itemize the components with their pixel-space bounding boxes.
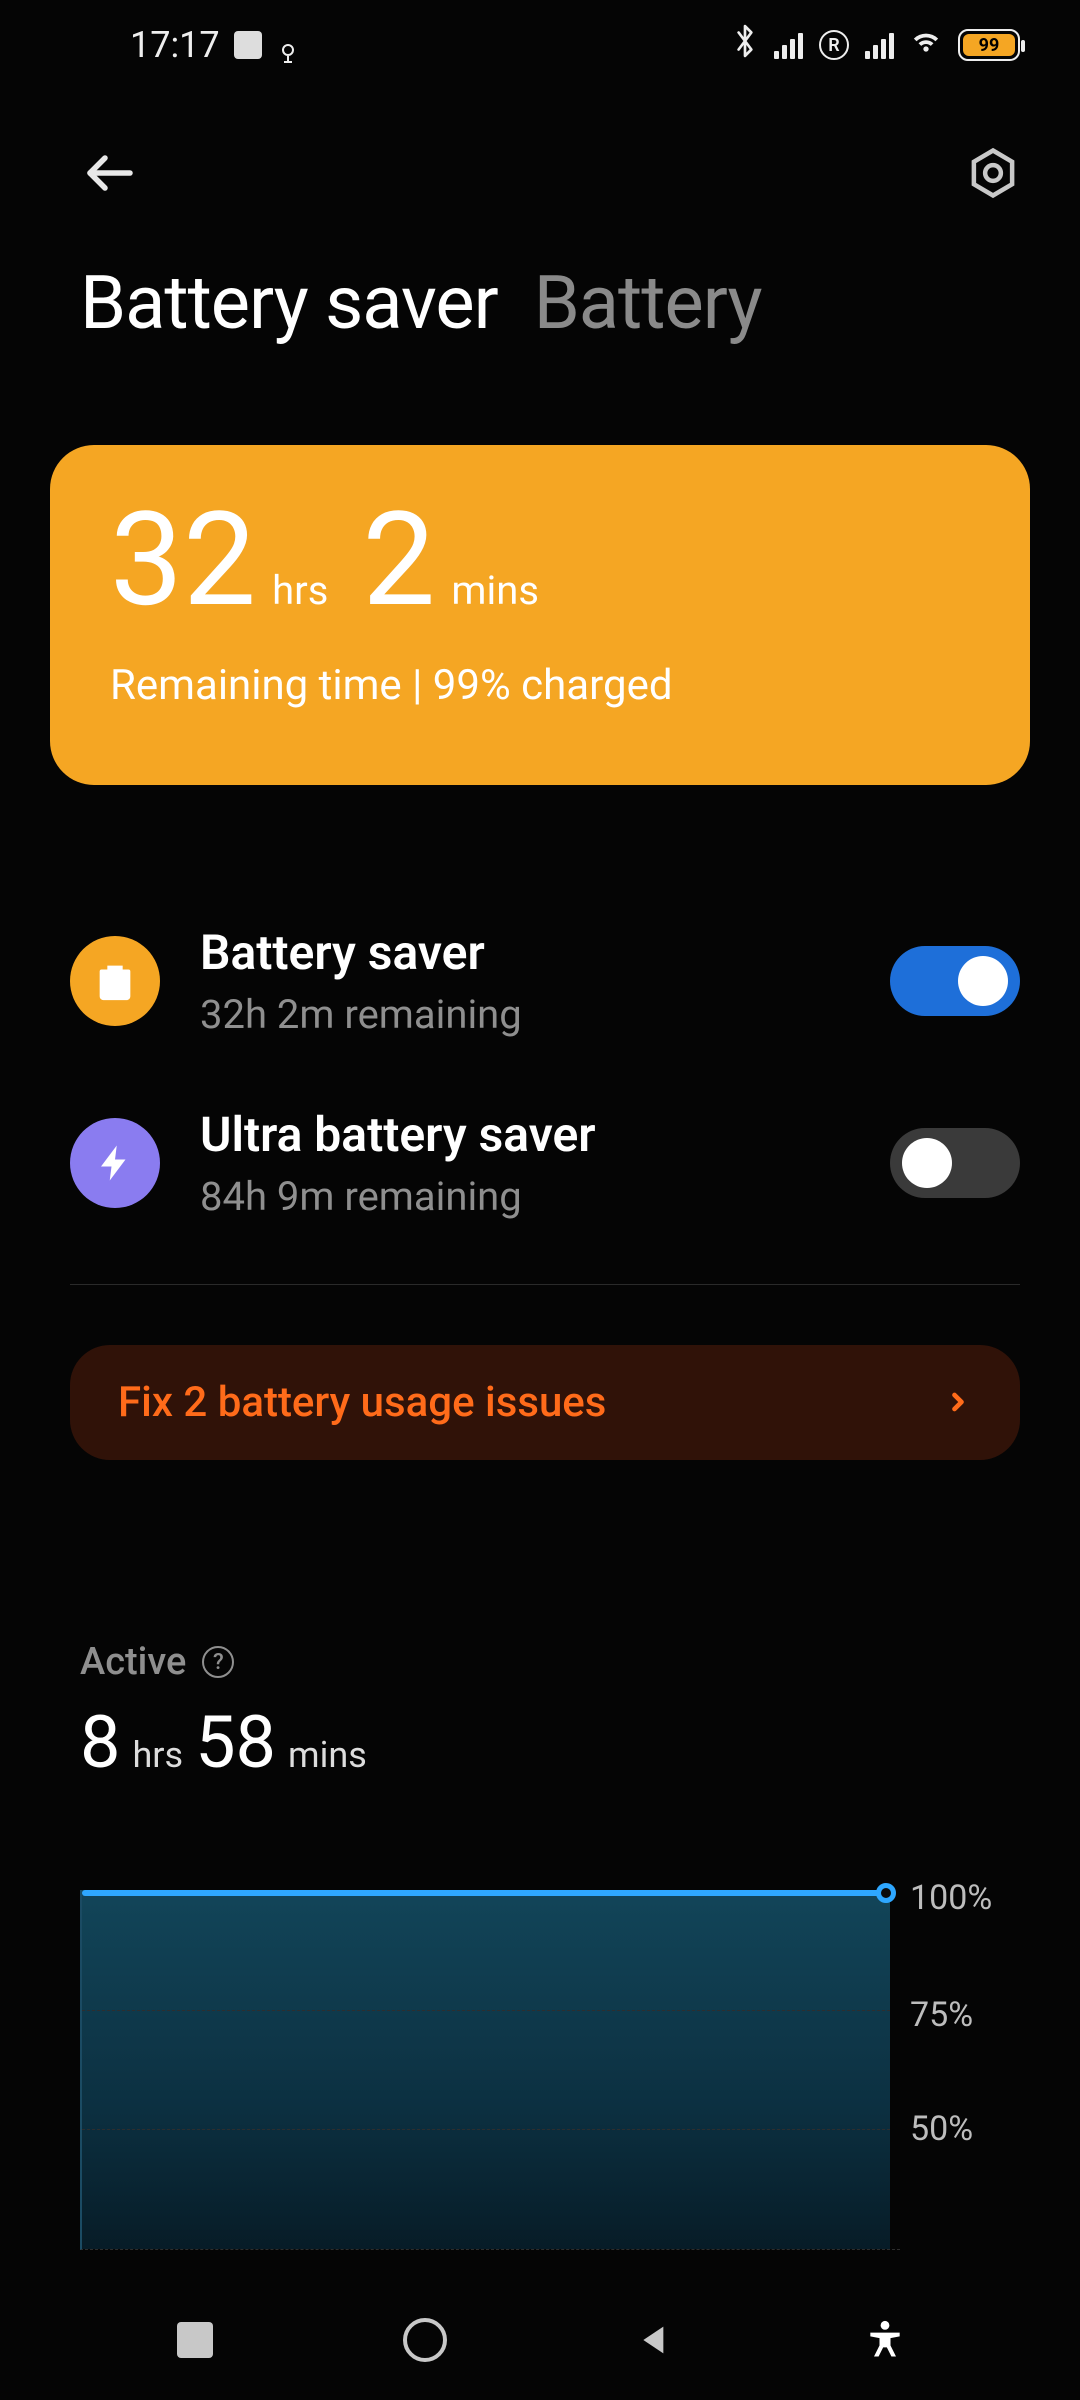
page-tabs: Battery saver Battery <box>80 260 1020 347</box>
system-nav-bar <box>0 2280 1080 2400</box>
active-time-value: 8 hrs 58 mins <box>80 1700 1020 1785</box>
active-label: Active <box>80 1640 186 1684</box>
status-time: 17:17 <box>130 24 220 66</box>
chart-current-point-icon <box>876 1883 896 1903</box>
remaining-hours: 32 <box>110 495 256 625</box>
back-button[interactable] <box>80 143 140 207</box>
tab-battery[interactable]: Battery <box>534 260 762 347</box>
roaming-badge-text: R <box>828 35 839 56</box>
accessibility-button[interactable] <box>857 2312 913 2368</box>
roaming-icon: R <box>819 30 849 60</box>
chart-ytick-75: 75% <box>910 1995 1020 2035</box>
ultra-saver-toggle[interactable] <box>890 1128 1020 1198</box>
chart-gridline-75 <box>82 2010 890 2011</box>
chart-area-fill <box>82 1890 890 2249</box>
fix-issues-label: Fix 2 battery usage issues <box>118 1378 606 1427</box>
header <box>0 120 1080 230</box>
nav-recents-button[interactable] <box>167 2312 223 2368</box>
battery-saver-icon <box>70 936 160 1026</box>
help-icon[interactable]: ? <box>202 1646 234 1678</box>
battery-chart[interactable]: 100% 75% 50% <box>80 1870 1020 2250</box>
battery-saver-toggle[interactable] <box>890 946 1020 1016</box>
battery-saver-title: Battery saver <box>200 924 850 981</box>
bluetooth-icon <box>732 24 758 67</box>
remaining-mins: 2 <box>362 495 435 625</box>
battery-saver-text: Battery saver 32h 2m remaining <box>200 924 850 1038</box>
remaining-time-card[interactable]: 32 hrs 2 mins Remaining time | 99% charg… <box>50 445 1030 785</box>
active-label-row: Active ? <box>80 1640 1020 1684</box>
chevron-right-icon <box>944 1379 972 1426</box>
chart-plot-area <box>80 1890 900 2250</box>
battery-percent-text: 99 <box>979 35 1000 56</box>
divider <box>70 1284 1020 1285</box>
ultra-saver-icon <box>70 1118 160 1208</box>
app-indicator-icon <box>234 31 262 59</box>
status-left: 17:17 <box>130 24 300 66</box>
fix-issues-button[interactable]: Fix 2 battery usage issues <box>70 1345 1020 1460</box>
chart-series-line <box>82 1890 890 1896</box>
chart-gridline-50 <box>82 2129 890 2130</box>
remaining-time-value: 32 hrs 2 mins <box>110 495 970 625</box>
signal-1-icon <box>774 31 803 59</box>
status-right: R 99 <box>732 24 1020 67</box>
voice-icon <box>276 33 300 57</box>
active-hours: 8 <box>80 1700 120 1785</box>
settings-button[interactable] <box>966 146 1020 204</box>
saver-mode-list: Battery saver 32h 2m remaining Ultra bat… <box>70 900 1020 1460</box>
battery-status-icon: 99 <box>958 29 1020 61</box>
battery-saver-row[interactable]: Battery saver 32h 2m remaining <box>70 900 1020 1082</box>
active-mins: 58 <box>195 1700 276 1785</box>
ultra-saver-text: Ultra battery saver 84h 9m remaining <box>200 1106 850 1220</box>
active-section: Active ? 8 hrs 58 mins <box>80 1640 1020 1785</box>
nav-back-button[interactable] <box>627 2312 683 2368</box>
active-mins-unit: mins <box>288 1734 367 1776</box>
ultra-saver-row[interactable]: Ultra battery saver 84h 9m remaining <box>70 1082 1020 1264</box>
signal-2-icon <box>865 31 894 59</box>
wifi-icon <box>910 24 942 66</box>
battery-saver-subtitle: 32h 2m remaining <box>200 991 850 1038</box>
ultra-saver-title: Ultra battery saver <box>200 1106 850 1163</box>
status-bar: 17:17 R 99 <box>0 0 1080 90</box>
tab-battery-saver[interactable]: Battery saver <box>80 260 498 347</box>
chart-ytick-100: 100% <box>910 1878 1020 1918</box>
chart-ytick-50: 50% <box>910 2109 1020 2149</box>
remaining-mins-unit: mins <box>451 567 539 614</box>
remaining-subtitle: Remaining time | 99% charged <box>110 661 970 710</box>
active-hours-unit: hrs <box>132 1734 183 1776</box>
ultra-saver-subtitle: 84h 9m remaining <box>200 1173 850 1220</box>
remaining-hours-unit: hrs <box>272 567 328 614</box>
nav-home-button[interactable] <box>397 2312 453 2368</box>
